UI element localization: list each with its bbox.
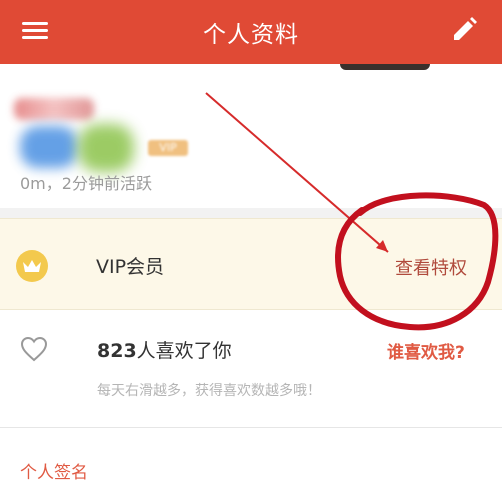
vip-row[interactable]: VIP会员 查看特权 — [0, 218, 502, 310]
likes-suffix: 人喜欢了你 — [136, 340, 232, 362]
crown-icon — [16, 250, 48, 282]
view-privileges-link[interactable]: 查看特权 — [395, 254, 467, 280]
section-divider — [0, 208, 502, 218]
profile-section: VIP 0m，2分钟前活跃 — [0, 64, 502, 220]
menu-icon[interactable] — [22, 20, 48, 42]
likes-row: 823人喜欢了你 谁喜欢我? 每天右滑越多，获得喜欢数越多哦！ — [0, 310, 502, 428]
likes-count: 823人喜欢了你 — [97, 336, 232, 363]
cover-photo-edge — [340, 64, 430, 70]
blurred-badge — [20, 126, 78, 168]
likes-hint: 每天右滑越多，获得喜欢数越多哦！ — [97, 383, 321, 399]
who-likes-me-link[interactable]: 谁喜欢我? — [387, 338, 465, 363]
row-divider — [0, 427, 502, 428]
vip-tag-blurred: VIP — [148, 140, 188, 156]
page-title: 个人资料 — [203, 22, 299, 48]
blurred-badge — [78, 124, 134, 172]
activity-status: 0m，2分钟前活跃 — [20, 174, 152, 193]
vip-label: VIP会员 — [96, 256, 165, 278]
signature-label[interactable]: 个人签名 — [20, 458, 88, 483]
heart-icon — [20, 336, 48, 362]
blurred-username — [14, 98, 94, 120]
top-bar: 个人资料 — [0, 0, 502, 64]
pencil-icon[interactable] — [450, 16, 480, 46]
likes-number: 823 — [97, 340, 137, 362]
